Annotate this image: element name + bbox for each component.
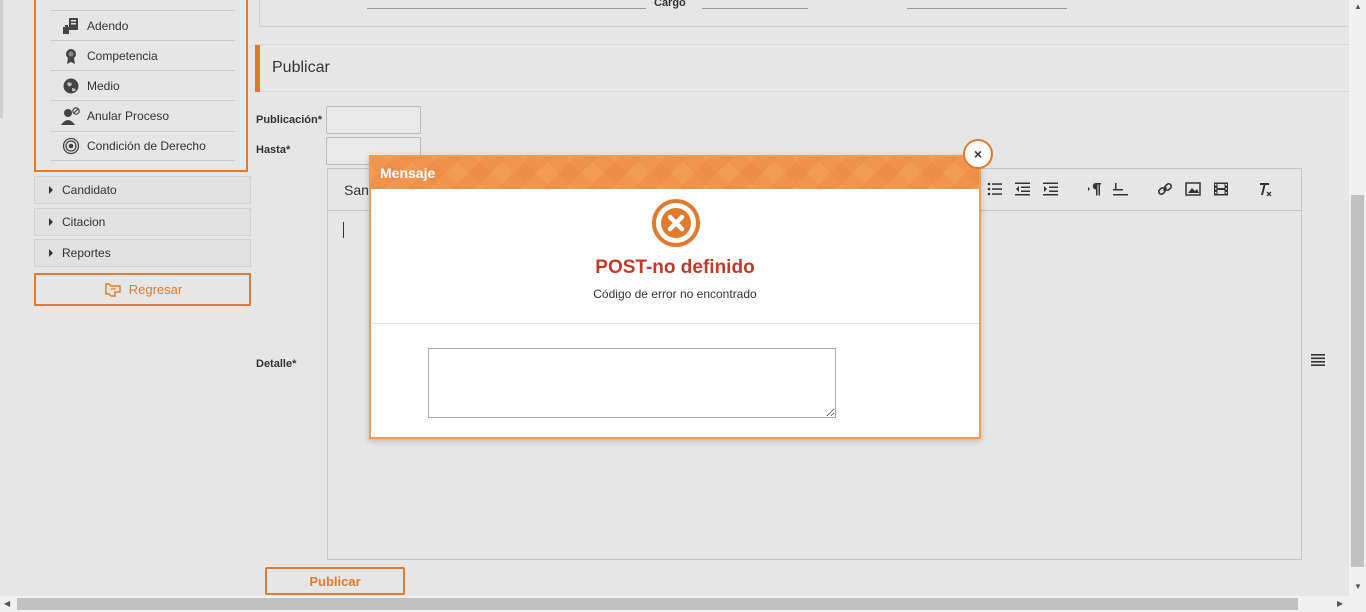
cargo-field[interactable]: [702, 8, 808, 9]
hamburger-menu-icon[interactable]: [1311, 354, 1325, 369]
vertical-scroll-thumb[interactable]: [1351, 195, 1364, 567]
document-hand-icon: [61, 16, 81, 36]
award-icon: [61, 46, 81, 66]
sidebar-item-label: Condición de Derecho: [87, 139, 206, 153]
regresar-button[interactable]: Regresar: [34, 273, 251, 306]
publicar-header: Publicar: [255, 44, 1350, 92]
modal-header: Mensaje: [371, 157, 979, 189]
sidebar-item-label: Medio: [87, 78, 120, 93]
publicacion-label: Publicación*: [256, 114, 323, 126]
error-title: POST-no definido: [595, 257, 755, 278]
modal-title: Mensaje: [380, 165, 436, 181]
sidebar-item-adendo[interactable]: Adendo: [51, 10, 235, 40]
modal-close-button[interactable]: ×: [963, 139, 993, 169]
sidebar-item-label: Adendo: [87, 18, 129, 33]
bullet-list-icon[interactable]: [986, 181, 1004, 197]
sidebar-submenu: Adendo Competencia Medio Anular Proceso …: [34, 0, 248, 172]
sidebar-item-anular-proceso[interactable]: Anular Proceso: [51, 100, 235, 130]
regresar-label: Regresar: [128, 282, 183, 297]
sidebar-section-reportes[interactable]: Reportes: [34, 239, 251, 267]
sidebar-section-label: Candidato: [62, 183, 117, 197]
image-icon[interactable]: [1184, 181, 1202, 197]
outdent-icon[interactable]: [1014, 181, 1032, 197]
hasta-label: Hasta*: [256, 144, 291, 156]
error-subtitle: Código de error no encontrado: [593, 287, 757, 301]
clear-format-icon[interactable]: [1256, 181, 1274, 197]
scroll-left-arrow-icon[interactable]: ◀: [4, 599, 10, 608]
sidebar-item-label: Competencia: [87, 48, 158, 63]
text-cursor: [343, 222, 344, 238]
text-field-underline[interactable]: [367, 8, 646, 9]
sidebar-section-label: Reportes: [62, 246, 111, 260]
sidebar-section-citacion[interactable]: Citacion: [34, 208, 251, 236]
user-block-icon: [61, 106, 81, 126]
video-icon[interactable]: [1212, 181, 1230, 197]
globe-icon: [61, 76, 81, 96]
back-hand-icon: [103, 282, 121, 297]
horizontal-scroll-thumb[interactable]: [17, 598, 1298, 610]
indent-icon[interactable]: [1042, 181, 1060, 197]
publicar-submit-button[interactable]: Publicar: [265, 567, 405, 595]
link-icon[interactable]: [1156, 181, 1174, 197]
sidebar-section-candidato[interactable]: Candidato: [34, 176, 251, 204]
caret-right-icon: [49, 218, 53, 226]
sidebar-item-medio[interactable]: Medio: [51, 70, 235, 100]
top-form-box: [259, 0, 1351, 27]
scroll-down-arrow-icon[interactable]: ▼: [1354, 582, 1362, 591]
paragraph-icon[interactable]: [1085, 181, 1103, 197]
detalle-label: Detalle*: [256, 358, 297, 370]
caret-right-icon: [49, 249, 53, 257]
target-icon: [61, 136, 81, 156]
sidebar-item-condicion-derecho[interactable]: Condición de Derecho: [51, 131, 235, 161]
modal-divider: [371, 323, 979, 324]
align-icon[interactable]: [1112, 181, 1130, 197]
section-title: Publicar: [272, 59, 330, 76]
publicacion-date-input[interactable]: [326, 106, 421, 134]
sidebar-section-label: Citacion: [62, 215, 106, 229]
cargo-label: Cargo: [654, 0, 686, 9]
message-modal: Mensaje POST-no definido Código de error…: [369, 155, 981, 439]
scroll-up-arrow-icon[interactable]: ▲: [1354, 2, 1362, 11]
accent-bar: [255, 45, 260, 92]
text-field-underline[interactable]: [907, 8, 1067, 9]
caret-right-icon: [49, 186, 53, 194]
sidebar-item-label: Anular Proceso: [87, 108, 170, 123]
scroll-right-arrow-icon[interactable]: ▶: [1337, 599, 1343, 608]
left-edge-bar: [0, 0, 3, 118]
error-circle-x-icon: [651, 198, 701, 251]
sidebar-item-competencia[interactable]: Competencia: [51, 40, 235, 70]
error-details-textarea[interactable]: [428, 348, 836, 418]
